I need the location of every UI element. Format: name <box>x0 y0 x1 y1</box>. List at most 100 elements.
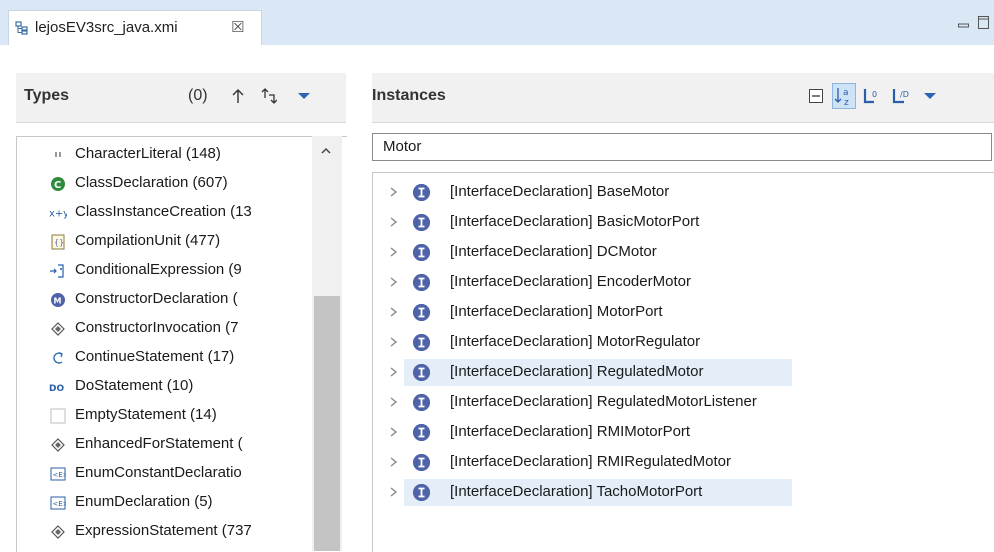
instance-row[interactable]: [InterfaceDeclaration] BaseMotor <box>373 178 993 206</box>
type-row[interactable]: x+y ClassInstanceCreation (13 <box>17 201 335 225</box>
view-menu-icon[interactable] <box>292 83 316 109</box>
type-row[interactable]: EnhancedForStatement ( <box>17 433 335 457</box>
type-row[interactable]: ConstructorInvocation (7 <box>17 317 335 341</box>
chevron-right-icon[interactable] <box>389 215 399 229</box>
instance-label: [InterfaceDeclaration] EncoderMotor <box>450 273 691 290</box>
instance-label: [InterfaceDeclaration] DCMotor <box>450 243 657 260</box>
chevron-right-icon[interactable] <box>389 245 399 259</box>
svg-text:z: z <box>844 98 849 106</box>
instances-list[interactable]: [InterfaceDeclaration] BaseMotor [Interfa… <box>372 172 994 552</box>
instance-label: [InterfaceDeclaration] MotorPort <box>450 303 663 320</box>
type-row[interactable]: <E> EnumConstantDeclaratio <box>17 462 335 486</box>
char-literal-icon <box>49 146 67 164</box>
instance-row[interactable]: [InterfaceDeclaration] RMIMotorPort <box>373 418 993 446</box>
continue-icon <box>49 349 67 367</box>
instance-label: [InterfaceDeclaration] TachoMotorPort <box>450 483 703 500</box>
instance-label: [InterfaceDeclaration] RegulatedMotor <box>450 363 704 380</box>
instances-menu-icon[interactable] <box>918 83 942 109</box>
chevron-right-icon[interactable] <box>389 365 399 379</box>
type-label: ClassInstanceCreation (13 <box>75 203 252 220</box>
instance-creation-icon: x+y <box>49 204 67 222</box>
instance-row[interactable]: [InterfaceDeclaration] MotorPort <box>373 298 993 326</box>
svg-text:{}: {} <box>54 238 64 247</box>
scroll-thumb[interactable] <box>314 296 340 551</box>
compilation-unit-icon: {} <box>49 233 67 251</box>
interface-icon <box>413 184 430 201</box>
editor-tab-bar: lejosEV3src_java.xmi ☒ <box>0 0 994 45</box>
type-label: ClassDeclaration (607) <box>75 174 228 191</box>
type-label: EnhancedForStatement ( <box>75 435 243 452</box>
type-label: DoStatement (10) <box>75 377 194 394</box>
close-icon[interactable]: ☒ <box>231 18 244 36</box>
chevron-right-icon[interactable] <box>389 485 399 499</box>
diamond-icon <box>49 320 67 338</box>
interface-icon <box>413 274 430 291</box>
type-label: EnumDeclaration (5) <box>75 493 213 510</box>
sort-alpha-icon[interactable]: az <box>832 83 856 109</box>
interface-icon <box>413 364 430 381</box>
chevron-right-icon[interactable] <box>389 395 399 409</box>
interface-icon <box>413 334 430 351</box>
instance-row[interactable]: [InterfaceDeclaration] BasicMotorPort <box>373 208 993 236</box>
maximize-icon[interactable] <box>978 16 990 33</box>
instance-row[interactable]: [InterfaceDeclaration] DCMotor <box>373 238 993 266</box>
filter-derived-icon[interactable]: /D <box>890 83 914 109</box>
interface-icon <box>413 424 430 441</box>
editor-tab[interactable]: lejosEV3src_java.xmi ☒ <box>8 10 262 45</box>
type-row[interactable]: M ConstructorDeclaration ( <box>17 288 335 312</box>
scroll-up-icon[interactable] <box>320 144 332 156</box>
svg-text:<E>: <E> <box>53 471 67 479</box>
type-label: ConditionalExpression (9 <box>75 261 242 278</box>
type-row[interactable]: DO DoStatement (10) <box>17 375 335 399</box>
instance-label: [InterfaceDeclaration] BasicMotorPort <box>450 213 700 230</box>
type-row[interactable]: ContinueStatement (17) <box>17 346 335 370</box>
instance-label: [InterfaceDeclaration] MotorRegulator <box>450 333 701 350</box>
types-pane-header: Types (0) <box>16 73 346 123</box>
type-row[interactable]: EmptyStatement (14) <box>17 404 335 428</box>
chevron-right-icon[interactable] <box>389 185 399 199</box>
instance-label: [InterfaceDeclaration] BaseMotor <box>450 183 670 200</box>
type-row[interactable]: ExpressionStatement (737 <box>17 520 335 544</box>
type-row[interactable]: ConditionalExpression (9 <box>17 259 335 283</box>
types-count: (0) <box>188 87 208 104</box>
type-row[interactable]: {} CompilationUnit (477) <box>17 230 335 254</box>
type-label: ExpressionStatement (737 <box>75 522 252 539</box>
collapse-all-icon[interactable] <box>804 83 828 109</box>
interface-icon <box>413 244 430 261</box>
tab-title: lejosEV3src_java.xmi <box>35 19 178 36</box>
chevron-right-icon[interactable] <box>389 425 399 439</box>
filter-level-icon[interactable]: 0 <box>860 83 884 109</box>
hierarchy-sort-icon[interactable] <box>256 83 280 109</box>
instances-filter-input[interactable]: Motor <box>372 133 992 161</box>
instance-row[interactable]: [InterfaceDeclaration] MotorRegulator <box>373 328 993 356</box>
do-icon: DO <box>49 378 67 396</box>
chevron-right-icon[interactable] <box>389 275 399 289</box>
minimize-icon[interactable] <box>958 18 970 34</box>
svg-text:0: 0 <box>872 90 877 99</box>
types-list[interactable]: CharacterLiteral (148) C ClassDeclaration … <box>16 136 347 552</box>
svg-text:a: a <box>843 88 849 98</box>
instance-row[interactable]: [InterfaceDeclaration] RegulatedMotor <box>373 358 993 386</box>
type-label: EmptyStatement (14) <box>75 406 217 423</box>
types-scrollbar[interactable] <box>312 136 342 551</box>
chevron-right-icon[interactable] <box>389 455 399 469</box>
class-icon: C <box>49 175 67 193</box>
interface-icon <box>413 454 430 471</box>
chevron-right-icon[interactable] <box>389 335 399 349</box>
instance-row[interactable]: [InterfaceDeclaration] RMIRegulatedMotor <box>373 448 993 476</box>
sort-up-icon[interactable] <box>226 83 250 109</box>
type-label: CharacterLiteral (148) <box>75 145 221 162</box>
type-row[interactable]: C ClassDeclaration (607) <box>17 172 335 196</box>
chevron-right-icon[interactable] <box>389 305 399 319</box>
diamond-icon <box>49 436 67 454</box>
type-row[interactable]: <E> EnumDeclaration (5) <box>17 491 335 515</box>
empty-icon <box>49 407 67 425</box>
instance-row[interactable]: [InterfaceDeclaration] EncoderMotor <box>373 268 993 296</box>
instance-row[interactable]: [InterfaceDeclaration] RegulatedMotorLis… <box>373 388 993 416</box>
instance-row[interactable]: [InterfaceDeclaration] TachoMotorPort <box>373 478 993 506</box>
type-label: CompilationUnit (477) <box>75 232 221 249</box>
interface-icon <box>413 394 430 411</box>
constructor-icon: M <box>49 291 67 309</box>
instances-pane-header: Instances az 0 /D <box>372 73 994 123</box>
type-row[interactable]: CharacterLiteral (148) <box>17 143 335 167</box>
